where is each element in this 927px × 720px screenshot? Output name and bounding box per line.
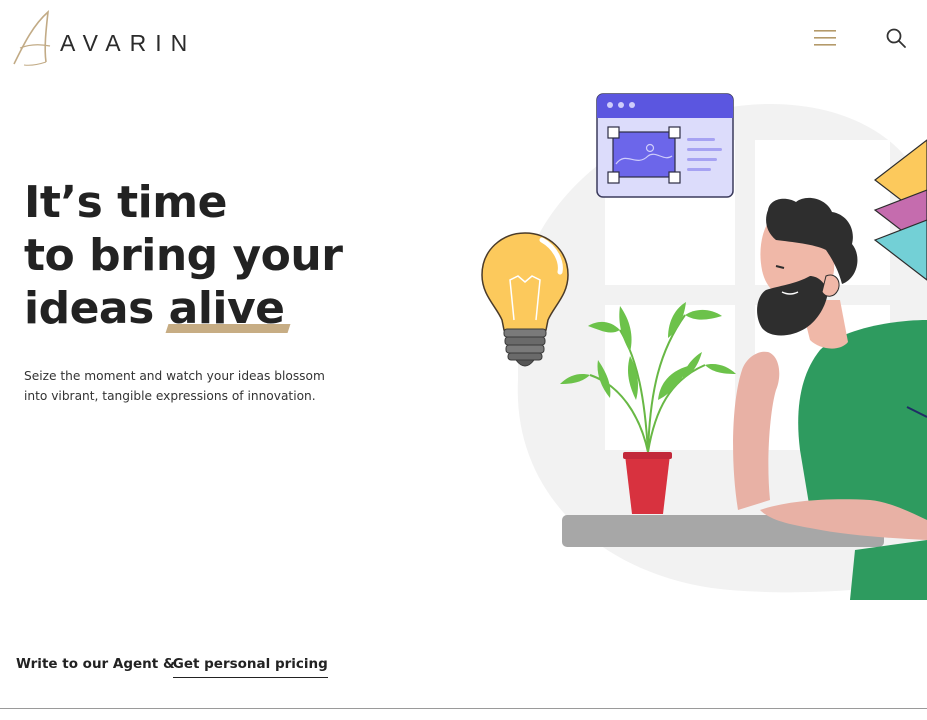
brand-name: AVARIN xyxy=(60,29,197,56)
hero-title-ideas: ideas xyxy=(24,283,169,334)
cta-prefix: Write to our Agent & xyxy=(16,656,175,672)
search-icon xyxy=(886,28,906,48)
site-header: AVARIN xyxy=(0,0,927,80)
hero-title-line-2: to bring your xyxy=(24,230,343,281)
bottom-divider xyxy=(0,708,927,709)
logo-a-mark-icon xyxy=(13,10,51,66)
search-button[interactable] xyxy=(884,26,908,50)
brand-logo[interactable]: AVARIN xyxy=(10,8,196,68)
cta-row: Write to our Agent &Get personal pricing xyxy=(16,656,328,678)
get-personal-pricing-link[interactable]: Get personal pricing xyxy=(172,656,328,678)
hamburger-menu-icon xyxy=(814,30,836,46)
hero-subtitle: Seize the moment and watch your ideas bl… xyxy=(24,369,325,403)
hero-title: It’s time to bring your ideas alive xyxy=(24,176,343,335)
hamburger-menu-button[interactable] xyxy=(812,27,840,49)
hero-title-alive-highlight: alive xyxy=(168,283,285,334)
hero-title-line-1: It’s time xyxy=(24,177,227,228)
image-editor-window-icon xyxy=(596,93,734,198)
hero-illustration xyxy=(481,93,927,600)
hero-title-line-3: ideas alive xyxy=(24,282,342,335)
